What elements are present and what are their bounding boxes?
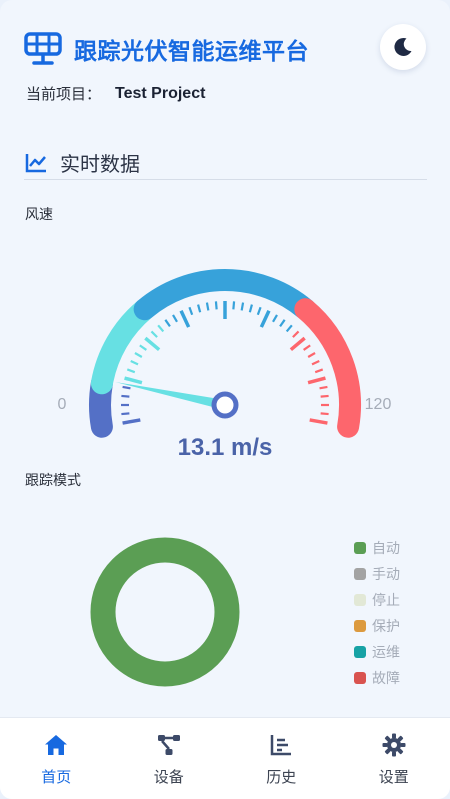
section-title: 实时数据 bbox=[60, 152, 140, 176]
tracking-mode-legend: 自动手动停止保护运维故障 bbox=[354, 535, 400, 691]
gauge-major-tick bbox=[122, 418, 141, 425]
theme-toggle-button[interactable] bbox=[380, 24, 426, 70]
nav-item-history[interactable]: 历史 bbox=[225, 718, 338, 799]
gauge-minor-tick bbox=[139, 344, 147, 351]
gauge-min-label: 0 bbox=[58, 396, 67, 413]
app-header: 跟踪光伏智能运维平台 bbox=[24, 30, 309, 68]
project-name: Test Project bbox=[115, 84, 206, 102]
gauge-major-tick bbox=[179, 310, 191, 328]
gauge-minor-tick bbox=[188, 306, 194, 316]
gauge-minor-tick bbox=[311, 360, 320, 366]
legend-item[interactable]: 故障 bbox=[354, 665, 400, 691]
section-divider bbox=[24, 179, 427, 180]
legend-swatch bbox=[354, 594, 366, 606]
gauge-minor-tick bbox=[197, 304, 202, 313]
legend-item[interactable]: 停止 bbox=[354, 587, 400, 613]
wind-speed-label: 风速 bbox=[25, 207, 53, 223]
gauge-minor-tick bbox=[307, 352, 316, 358]
device-icon bbox=[157, 735, 180, 755]
tracking-mode-label: 跟踪模式 bbox=[25, 473, 81, 489]
legend-label: 自动 bbox=[372, 541, 400, 557]
legend-swatch bbox=[354, 646, 366, 658]
gauge-minor-tick bbox=[150, 330, 158, 338]
gauge-hub bbox=[211, 391, 239, 419]
gauge-minor-tick bbox=[319, 385, 328, 390]
tracking-mode-chart bbox=[90, 537, 240, 687]
gauge-minor-tick bbox=[320, 394, 329, 398]
gauge-minor-tick bbox=[256, 306, 262, 316]
gauge-minor-tick bbox=[157, 324, 165, 333]
gauge-minor-tick bbox=[122, 385, 131, 390]
gauge-minor-tick bbox=[130, 360, 139, 366]
gauge-minor-tick bbox=[314, 368, 324, 374]
gauge-band-mid bbox=[90, 298, 156, 395]
legend-item[interactable]: 保护 bbox=[354, 613, 400, 639]
nav-label: 历史 bbox=[266, 768, 297, 786]
gauge-minor-tick bbox=[121, 412, 130, 416]
legend-item[interactable]: 手动 bbox=[354, 561, 400, 587]
wind-speed-value: 13.1 m/s bbox=[178, 434, 273, 461]
gauge-minor-tick bbox=[279, 319, 286, 327]
gauge-minor-tick bbox=[292, 330, 300, 338]
gauge-major-tick bbox=[124, 376, 143, 385]
gauge-band-danger bbox=[294, 298, 361, 438]
legend-label: 保护 bbox=[372, 619, 400, 635]
gauge-major-tick bbox=[144, 336, 161, 352]
gauge-minor-tick bbox=[240, 302, 245, 311]
nav-item-device[interactable]: 设备 bbox=[113, 718, 226, 799]
nav-item-gear[interactable]: 设置 bbox=[338, 718, 450, 799]
gauge-minor-tick bbox=[232, 301, 236, 310]
gauge-minor-tick bbox=[248, 304, 253, 313]
gauge-minor-tick bbox=[303, 344, 311, 351]
gauge-minor-tick bbox=[205, 302, 210, 311]
gauge-minor-tick bbox=[126, 368, 136, 374]
gauge-minor-tick bbox=[172, 314, 178, 323]
nav-label: 设备 bbox=[153, 768, 184, 786]
legend-label: 手动 bbox=[372, 567, 400, 583]
legend-label: 停止 bbox=[372, 593, 400, 609]
legend-label: 故障 bbox=[372, 671, 400, 687]
section-header: 实时数据 bbox=[24, 148, 140, 177]
legend-swatch bbox=[354, 542, 366, 554]
wind-speed-gauge: 0 120 13.1 m/s bbox=[58, 269, 392, 461]
gauge-major-tick bbox=[289, 336, 306, 352]
bottom-nav: 首页 设备 历史 设置 bbox=[0, 717, 450, 799]
app-screen: 跟踪光伏智能运维平台 当前项目： Test Project 实时数据 风速 0 … bbox=[0, 0, 450, 799]
gauge-major-tick bbox=[259, 310, 271, 328]
gauge-major-tick bbox=[309, 418, 328, 425]
current-project: 当前项目： Test Project bbox=[26, 83, 205, 104]
nav-item-home[interactable]: 首页 bbox=[0, 718, 113, 799]
legend-label: 运维 bbox=[372, 645, 400, 661]
gauge-minor-tick bbox=[272, 314, 278, 323]
legend-item[interactable]: 自动 bbox=[354, 535, 400, 561]
gear-icon bbox=[382, 733, 406, 757]
project-label: 当前项目： bbox=[26, 85, 102, 103]
nav-label: 首页 bbox=[41, 768, 72, 786]
gauge-minor-tick bbox=[121, 394, 130, 398]
gauge-max-label: 120 bbox=[365, 396, 392, 413]
gauge-minor-tick bbox=[164, 319, 171, 327]
donut-slice-0[interactable] bbox=[90, 537, 240, 687]
gauge-minor-tick bbox=[214, 301, 218, 310]
gauge-minor-tick bbox=[134, 352, 143, 358]
legend-swatch bbox=[354, 620, 366, 632]
gauge-minor-tick bbox=[285, 324, 293, 333]
app-title: 跟踪光伏智能运维平台 bbox=[74, 39, 309, 65]
legend-swatch bbox=[354, 672, 366, 684]
line-chart-icon bbox=[25, 153, 46, 172]
solar-panel-icon bbox=[24, 32, 62, 65]
legend-item[interactable]: 运维 bbox=[354, 639, 400, 665]
gauge-minor-tick bbox=[320, 412, 329, 416]
legend-swatch bbox=[354, 568, 366, 580]
gauge-major-tick bbox=[307, 376, 326, 385]
nav-label: 设置 bbox=[378, 768, 409, 786]
home-icon bbox=[45, 735, 68, 755]
history-icon bbox=[271, 735, 292, 756]
moon-icon bbox=[394, 37, 412, 56]
